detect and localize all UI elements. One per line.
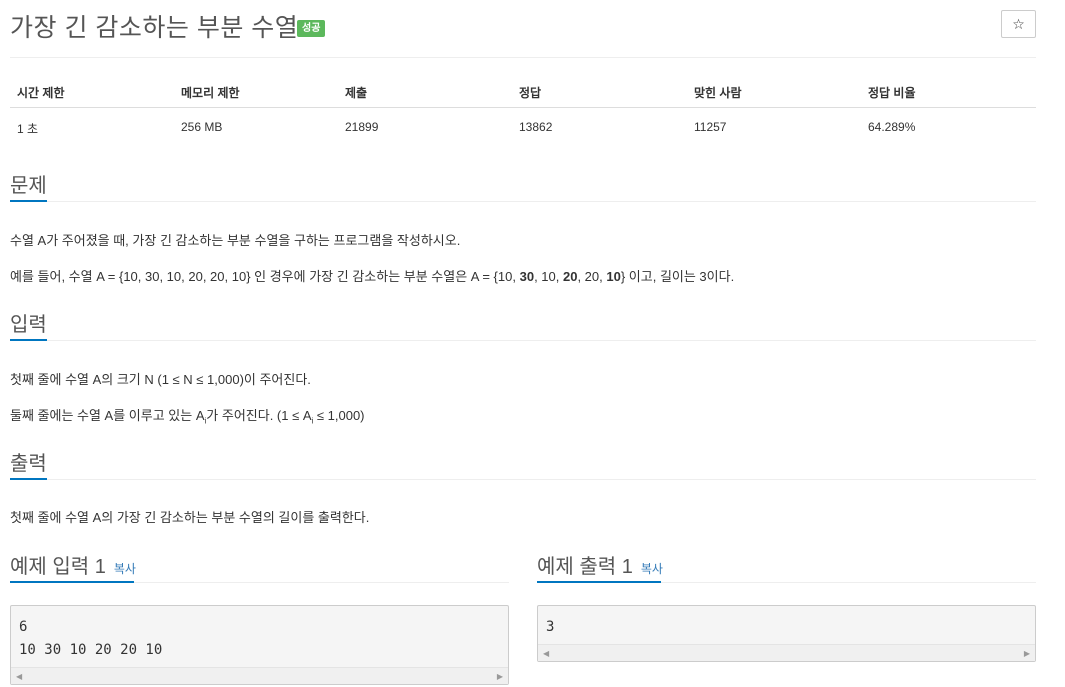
divider [10, 57, 1036, 58]
value-memory-limit: 256 MB [181, 120, 223, 134]
section-title-output: 출력 [10, 453, 47, 475]
header-accept-ratio: 정답 비율 [868, 86, 916, 100]
section-underline [10, 478, 47, 480]
copy-input-button[interactable]: 복사 [114, 562, 136, 576]
text-segment: , 10, [534, 269, 563, 284]
section-underline [10, 200, 47, 202]
section-title-input: 입력 [10, 314, 47, 336]
scroll-right-icon[interactable]: ▶ [1024, 649, 1030, 658]
input-text-2: 둘째 줄에는 수열 A를 이루고 있는 Ai가 주어진다. (1 ≤ Ai ≤ … [10, 405, 365, 426]
scroll-right-icon[interactable]: ▶ [497, 672, 503, 681]
section-underline [10, 581, 134, 583]
bold-value: 10 [606, 269, 621, 284]
header-accepted: 정답 [519, 86, 542, 100]
section-underline [537, 581, 661, 583]
value-solved-users: 11257 [694, 120, 727, 134]
sample-input-box: 6 10 30 10 20 20 10 ◀ ▶ [10, 605, 509, 685]
section-divider [10, 479, 1036, 480]
copy-output-button[interactable]: 복사 [641, 562, 663, 576]
status-badge: 성공 [297, 20, 326, 37]
sample-input-label: 예제 입력 1 [10, 556, 106, 578]
sample-output-title: 예제 출력 1 복사 [537, 550, 663, 579]
scroll-left-icon[interactable]: ◀ [16, 672, 22, 681]
section-title-problem: 문제 [10, 175, 47, 197]
sample-input-title: 예제 입력 1 복사 [10, 550, 136, 579]
section-divider [10, 201, 1036, 202]
sample-output-text: 3 [546, 619, 555, 635]
value-submissions: 21899 [345, 120, 379, 134]
horizontal-scrollbar[interactable]: ◀ ▶ [538, 644, 1035, 661]
text-segment: 예를 들어, 수열 A = {10, 30, 10, 20, 20, 10} 인… [10, 269, 520, 284]
input-text-1: 첫째 줄에 수열 A의 크기 N (1 ≤ N ≤ 1,000)이 주어진다. [10, 372, 311, 387]
section-divider [10, 340, 1036, 341]
value-accepted: 13862 [519, 120, 553, 134]
value-time-limit: 1 초 [17, 122, 39, 136]
info-table-header: 시간 제한 메모리 제한 제출 정답 맞힌 사람 정답 비율 [10, 76, 1036, 108]
bold-value: 20 [562, 269, 578, 284]
sample-input-text: 6 10 30 10 20 20 10 [19, 619, 163, 658]
text-segment: ≤ 1,000) [313, 408, 365, 423]
header-submissions: 제출 [345, 86, 368, 100]
text-segment: 가 주어진다. (1 ≤ A [206, 408, 312, 423]
table-row: 1 초 256 MB 21899 13862 11257 64.289% [10, 108, 1036, 138]
header-memory-limit: 메모리 제한 [181, 86, 240, 100]
sample-output-label: 예제 출력 1 [537, 556, 633, 578]
output-text-1: 첫째 줄에 수열 A의 가장 긴 감소하는 부분 수열의 길이를 출력한다. [10, 510, 370, 525]
section-underline [10, 339, 47, 341]
page-title: 가장 긴 감소하는 부분 수열 [10, 14, 299, 42]
header-time-limit: 시간 제한 [17, 86, 65, 100]
horizontal-scrollbar[interactable]: ◀ ▶ [11, 667, 508, 684]
text-segment: 둘째 줄에는 수열 A를 이루고 있는 A [10, 408, 205, 423]
problem-text-1: 수열 A가 주어졌을 때, 가장 긴 감소하는 부분 수열을 구하는 프로그램을… [10, 233, 461, 248]
problem-text-2: 예를 들어, 수열 A = {10, 30, 10, 20, 20, 10} 인… [10, 266, 734, 285]
header-solved-users: 맞힌 사람 [694, 86, 742, 100]
title-row: 가장 긴 감소하는 부분 수열 성공 ☆ [10, 8, 1036, 48]
info-table: 시간 제한 메모리 제한 제출 정답 맞힌 사람 정답 비율 1 초 256 M… [10, 76, 1036, 138]
bold-value: 30 [519, 269, 535, 284]
star-button[interactable]: ☆ [1001, 10, 1036, 38]
text-segment: } 이고, 길이는 3이다. [620, 269, 735, 284]
star-icon: ☆ [1012, 16, 1025, 32]
sample-output-box: 3 ◀ ▶ [537, 605, 1036, 662]
scroll-left-icon[interactable]: ◀ [543, 649, 549, 658]
text-segment: , 20, [577, 269, 607, 284]
value-accept-ratio: 64.289% [868, 120, 916, 134]
